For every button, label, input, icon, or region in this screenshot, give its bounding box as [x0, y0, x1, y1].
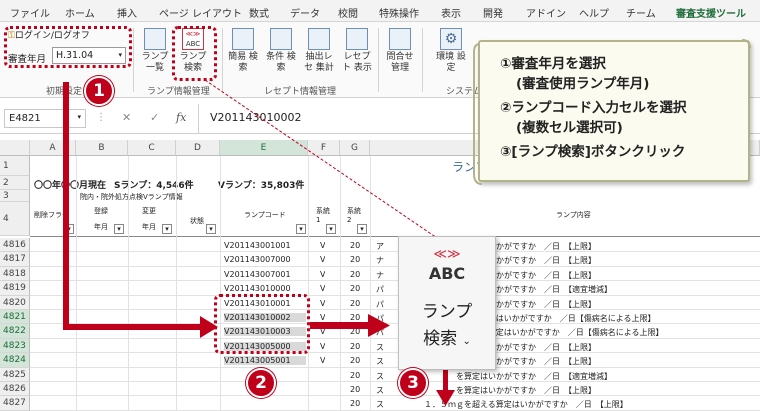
note-scroll-curl [473, 39, 751, 185]
zoom-leader-line [204, 79, 441, 241]
double-arrow-icon: ≪≫ [433, 247, 461, 262]
arrow-1-head [200, 316, 218, 338]
chevron-down-icon: ⌄ [462, 336, 471, 347]
arrow-1-shaft-horizontal [63, 324, 203, 330]
step-badge-3: 3 [398, 368, 428, 398]
zoom-label-text: 検索 [423, 329, 458, 349]
step-badge-2: 2 [246, 368, 276, 398]
arrow-3-head [436, 390, 455, 406]
arrow-3-shaft [443, 370, 448, 392]
abc-icon-text: ABC [428, 264, 466, 283]
arrow-2-head [368, 314, 390, 337]
lamp-search-button-zoom[interactable]: ≪≫ ABC ランプ 検索 ⌄ [398, 236, 496, 370]
arrow-1-shaft-vertical [63, 82, 69, 330]
zoom-label-line2: 検索 ⌄ [399, 324, 495, 349]
arrow-2-shaft [310, 322, 370, 329]
step-badge-1: 1 [84, 76, 114, 106]
zoom-label-line1: ランプ [421, 302, 473, 322]
